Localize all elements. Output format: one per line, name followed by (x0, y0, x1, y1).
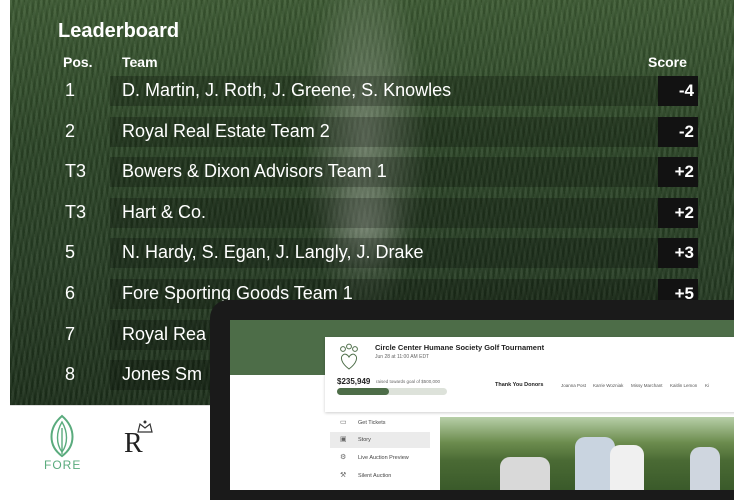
row-pos: 8 (65, 364, 76, 384)
sidebar-item-story[interactable]: ▣ Story (330, 432, 430, 448)
sidebar-item-silent-auction[interactable]: ⚒ Silent Auction (330, 468, 430, 484)
donor-name: Kaitlin Lemon (670, 383, 698, 388)
donor-name: Missy Marchant (631, 383, 663, 388)
progress-fill (337, 388, 389, 395)
row-score: +2 (658, 198, 698, 228)
row-team: Jones Sm (122, 364, 203, 384)
row-team: Hart & Co. (122, 202, 207, 222)
paw-logo-icon (340, 343, 358, 370)
donor-name: Ki (705, 383, 710, 388)
leaderboard-row: 2 Royal Real Estate Team 2 -2 (10, 115, 734, 149)
row-score: -2 (658, 117, 698, 147)
row-pos: 7 (65, 324, 76, 344)
leaderboard-title: Leaderboard (58, 20, 180, 42)
gavel-icon: ⚒ (340, 472, 347, 479)
row-pos: 6 (65, 283, 76, 303)
sidebar-item-live-auction[interactable]: ⚙ Live Auction Preview (330, 450, 430, 466)
donor-name: Karrie Wozniak (593, 383, 624, 388)
donor-name: Joanna Post (561, 383, 587, 388)
event-title: Circle Center Humane Society Golf Tourna… (375, 343, 545, 352)
auction-icon: ⚙ (340, 454, 347, 461)
row-team: Royal Rea (122, 324, 207, 344)
leaderboard-row: T3 Hart & Co. +2 (10, 196, 734, 230)
row-score: +2 (658, 157, 698, 187)
story-icon: ▣ (340, 436, 347, 443)
laptop-device: Circle Center Humane Society Golf Tourna… (210, 300, 734, 500)
row-team: Royal Real Estate Team 2 (122, 121, 330, 141)
leaderboard-row: 1 D. Martin, J. Roth, J. Greene, S. Know… (10, 74, 734, 108)
golf-photo (440, 417, 734, 490)
row-score: -4 (658, 76, 698, 106)
row-pos: 1 (65, 80, 76, 100)
row-team: Bowers & Dixon Advisors Team 1 (122, 161, 387, 181)
score-header: Score (648, 54, 687, 70)
thank-you-donors: Thank You Donors (495, 382, 544, 388)
leaderboard-row: 5 N. Hardy, S. Egan, J. Langly, J. Drake… (10, 236, 734, 270)
sidebar-item-label: Get Tickets (358, 420, 386, 426)
pos-header: Pos. (63, 54, 93, 70)
row-pos: T3 (65, 161, 87, 181)
row-team: N. Hardy, S. Egan, J. Langly, J. Drake (122, 242, 424, 262)
raised-amount: $235,949 (337, 377, 371, 386)
progress-bar (337, 388, 447, 395)
goal-text: raised towards goal of $500,000 (376, 379, 441, 384)
event-date: Jun 28 at 11:00 AM EDT (375, 354, 430, 360)
row-pos: T3 (65, 202, 87, 222)
leaderboard-row: T3 Bowers & Dixon Advisors Team 1 +2 (10, 155, 734, 189)
laptop-screen: Circle Center Humane Society Golf Tourna… (230, 320, 734, 490)
sidebar-item-label: Story (358, 437, 371, 443)
r-logo-letter: R (124, 428, 143, 459)
sidebar-item-label: Silent Auction (358, 473, 392, 479)
sidebar-item-label: Live Auction Preview (358, 455, 409, 461)
row-team: D. Martin, J. Roth, J. Greene, S. Knowle… (122, 80, 452, 100)
ticket-icon: ▭ (340, 419, 347, 426)
team-header: Team (122, 54, 158, 70)
row-pos: 5 (65, 242, 76, 262)
row-pos: 2 (65, 121, 76, 141)
event-card: Circle Center Humane Society Golf Tourna… (325, 337, 734, 412)
sidebar-item-get-tickets[interactable]: ▭ Get Tickets (330, 415, 430, 431)
row-score: +3 (658, 238, 698, 268)
fore-logo-text: FORE (44, 458, 82, 472)
